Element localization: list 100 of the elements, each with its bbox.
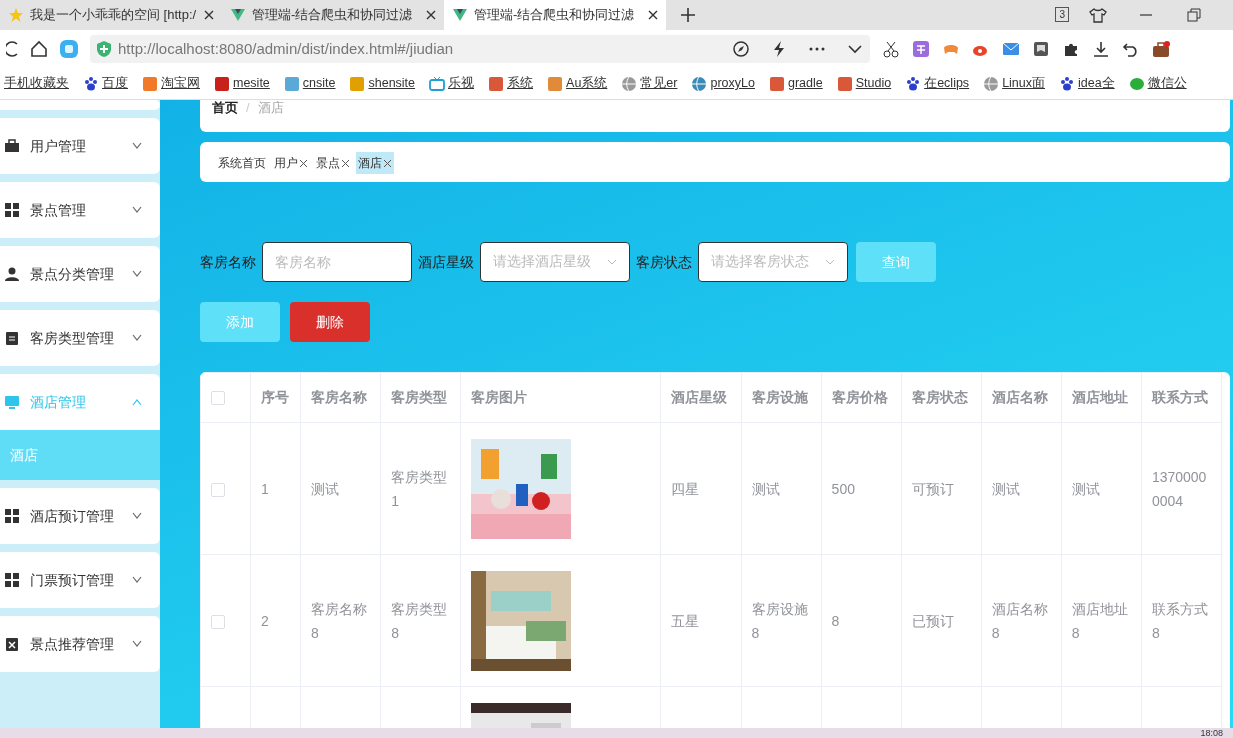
close-icon[interactable] (341, 158, 350, 168)
table-cell: 测试 (751, 480, 780, 497)
chevron-down-icon (132, 270, 142, 278)
table-cell: 可预订 (911, 480, 954, 497)
browser-tab[interactable]: 我是一个小乖乖的空间 [http:/ (0, 0, 222, 30)
table-cell: 客房类型1 (391, 468, 448, 509)
chevron-down-icon (825, 259, 835, 265)
delete-button[interactable]: 删除 (290, 302, 370, 342)
bookmark-link[interactable]: gradle (768, 74, 823, 93)
bookmark-link[interactable]: 百度 (83, 74, 128, 93)
chevron-down-icon (132, 512, 142, 520)
table-cell: 已预订 (911, 612, 954, 629)
toolbox-icon[interactable] (1152, 40, 1170, 58)
sidebar-item[interactable]: 门票预订管理 (0, 552, 160, 608)
filter-label: 客房状态 (636, 252, 692, 272)
close-icon[interactable] (299, 158, 308, 168)
breadcrumb-separator: / (246, 100, 250, 115)
bookmark-link[interactable]: idea全 (1059, 74, 1115, 93)
table-cell: 酒店地址8 (1071, 600, 1128, 641)
breadcrumb-item[interactable]: 首页 (212, 100, 238, 115)
table-cell: 客房名称8 (311, 600, 368, 641)
column-header: 序号 (261, 389, 290, 405)
bookmark-link[interactable]: 系统 (488, 74, 534, 93)
home-icon[interactable] (30, 40, 48, 58)
monitor-icon (4, 394, 20, 410)
clock: 18:08 (1200, 728, 1223, 738)
close-icon[interactable] (426, 10, 436, 20)
filter-label: 客房名称 (200, 252, 256, 272)
page-tab[interactable]: 酒店 (356, 152, 394, 174)
grid-icon (4, 508, 20, 524)
sidebar-item[interactable]: 景点管理 (0, 182, 160, 238)
column-header: 客房名称 (311, 389, 368, 405)
text-field[interactable]: 客房名称 (262, 242, 412, 282)
bookmark-link[interactable]: shensite (349, 74, 416, 93)
compass-icon[interactable] (732, 40, 750, 58)
table-cell: 1 (261, 480, 269, 497)
column-header: 联系方式 (1151, 389, 1208, 405)
table-cell: 联系方式8 (1151, 600, 1208, 641)
sidebar-item[interactable]: 景点分类管理 (0, 246, 160, 302)
checkbox[interactable] (211, 614, 225, 629)
checkbox[interactable] (211, 482, 225, 497)
table-cell: 测试 (1071, 480, 1100, 497)
column-header: 客房图片 (471, 389, 528, 405)
table-cell: 四星 (671, 480, 700, 497)
sidebar-item[interactable]: 客房类型管理 (0, 310, 160, 366)
book-icon[interactable] (1032, 40, 1050, 58)
chevron-up-icon (132, 398, 142, 406)
briefcase-icon (4, 138, 20, 154)
tab-count[interactable]: 3 (1055, 7, 1069, 22)
shield-icon (96, 40, 112, 58)
person-icon (4, 266, 20, 282)
bookmark-link[interactable]: 乐视 (429, 74, 475, 93)
bookmark-link[interactable]: cnsite (283, 74, 336, 93)
sidebar-item[interactable]: 用户管理 (0, 118, 160, 174)
bookmark-link[interactable]: mesite (214, 74, 270, 93)
page-tab[interactable]: 用户 (272, 152, 310, 174)
clipboard-icon (4, 636, 20, 652)
v-logo-icon (230, 7, 246, 23)
close-icon[interactable] (204, 10, 214, 20)
chevron-down-icon (132, 334, 142, 342)
bookmark-link[interactable]: Au系统 (547, 74, 608, 93)
bookmark-link[interactable]: Linux面 (983, 74, 1045, 93)
bookmark-link[interactable]: 常见er (621, 74, 678, 93)
bookmark-link[interactable]: proxyLo (691, 74, 755, 93)
bookmark-link[interactable]: Studio (836, 74, 892, 93)
page-tab[interactable]: 系统首页 (216, 152, 268, 174)
chevron-down-icon (132, 640, 142, 648)
table-cell: 2 (261, 612, 269, 629)
browser-tab[interactable]: 管理端-结合爬虫和协同过滤 (444, 0, 666, 30)
chevron-down-icon (607, 259, 617, 265)
star-icon (8, 7, 24, 23)
page-tab[interactable]: 景点 (314, 152, 352, 174)
chevron-down-icon (132, 576, 142, 584)
clipboard-icon (4, 330, 20, 346)
column-header: 客房类型 (391, 389, 448, 405)
column-header: 客房设施 (751, 389, 808, 405)
download-icon[interactable] (1092, 40, 1110, 58)
scissors-icon[interactable] (882, 40, 900, 58)
sidebar-item[interactable]: 酒店预订管理 (0, 488, 160, 544)
bookmark-link[interactable]: 在eclips (905, 74, 970, 93)
checkbox[interactable] (211, 391, 225, 406)
table-cell: 测试 (311, 480, 340, 497)
table-cell: 客房设施8 (751, 600, 808, 641)
reload-icon[interactable] (6, 40, 18, 58)
mail-icon[interactable] (1002, 40, 1020, 58)
translate-icon[interactable] (912, 40, 930, 58)
bookmark-link[interactable]: 微信公 (1128, 74, 1187, 93)
browser-tab[interactable]: 管理端-结合爬虫和协同过滤 (222, 0, 444, 30)
close-icon[interactable] (383, 158, 392, 168)
bookmark-link[interactable]: 淘宝网 (142, 74, 200, 93)
shirt-icon[interactable] (1089, 6, 1107, 24)
address-bar[interactable]: http://localhost:8080/admin/dist/index.html#/jiudian (90, 35, 870, 63)
filter-label: 酒店星级 (418, 252, 474, 272)
undo-icon[interactable] (1122, 40, 1140, 58)
sidebar-item[interactable]: 景点推荐管理 (0, 616, 160, 672)
restore-icon[interactable] (1185, 6, 1203, 24)
close-icon[interactable] (648, 10, 658, 20)
table-cell: 13700000004 (1151, 468, 1207, 509)
table-cell: 客房类型8 (391, 600, 448, 641)
column-header: 酒店名称 (991, 389, 1048, 405)
